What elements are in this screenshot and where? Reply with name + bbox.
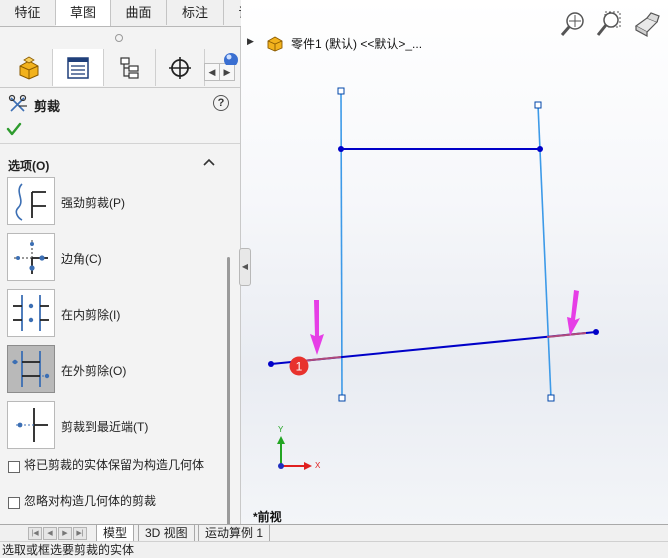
ignore-construction-checkbox[interactable] (8, 497, 20, 509)
property-list-icon (67, 56, 89, 79)
option-trim-outside[interactable]: 在外剪除(O) (7, 345, 217, 393)
sketch-canvas[interactable]: 1 Y X (241, 0, 668, 524)
keep-construction-checkbox-row[interactable]: 将已剪裁的实体保留为构造几何体 (8, 459, 223, 487)
trim-outside-icon (12, 351, 50, 387)
help-icon[interactable]: ? (213, 95, 229, 111)
checkbox-label: 将已剪裁的实体保留为构造几何体 (24, 458, 205, 472)
pointer-arrow-icon (310, 300, 324, 355)
option-trim-to-closest[interactable]: 剪裁到最近端(T) (7, 401, 217, 449)
divider (0, 143, 240, 144)
bottom-tab-bar: |◀ ◀ ▶ ▶| 模型 3D 视图 运动算例 1 (0, 524, 668, 542)
manager-tabs: ◀ ▶ (0, 49, 240, 88)
option-corner[interactable]: 边角(C) (7, 233, 217, 281)
corner-trim-button[interactable] (7, 233, 55, 281)
pointer-arrow-icon (567, 290, 580, 336)
page-title: 剪裁 (34, 99, 61, 114)
tab-scroll-left-button[interactable]: ◀ (204, 63, 220, 81)
last-tab-icon[interactable]: ▶| (73, 527, 87, 540)
tab-surfaces[interactable]: 曲面 (111, 0, 167, 25)
option-label: 在内剪除(I) (61, 308, 121, 322)
panel-collapse-handle[interactable]: ◀ (239, 248, 251, 286)
feature-manager-tab[interactable] (6, 49, 53, 86)
panel-splitter[interactable] (115, 34, 123, 42)
configuration-tree-icon (119, 56, 139, 79)
part-icon (19, 56, 39, 80)
sketch-point[interactable] (537, 146, 543, 152)
next-tab-icon[interactable]: ▶ (58, 527, 72, 540)
property-manager-tab[interactable] (53, 49, 104, 86)
trim-inside-icon (13, 295, 49, 331)
view-orientation-label: *前视 (253, 510, 282, 524)
trim-outside-button[interactable] (7, 345, 55, 393)
tab-markup[interactable]: 标注 (167, 0, 224, 25)
endpoint[interactable] (338, 394, 346, 402)
ok-checkmark-icon[interactable] (6, 121, 22, 137)
triad-y-label: Y (278, 425, 284, 434)
tab-model[interactable]: 模型 (96, 525, 135, 542)
power-trim-button[interactable] (7, 177, 55, 225)
graphics-area[interactable]: ▶ 零件1 (默认) <<默认>_... 1 Y X *前视 (241, 0, 668, 524)
prev-tab-icon[interactable]: ◀ (43, 527, 57, 540)
ignore-construction-checkbox-row[interactable]: 忽略对构造几何体的剪裁 (8, 495, 223, 511)
property-manager-panel: ◀ ▶ 剪裁 ? 选项(O) 强劲剪裁(P) 边角(C) 在内剪除(I) 在外剪… (0, 27, 241, 529)
option-label: 边角(C) (61, 252, 102, 266)
appearance-sphere-icon[interactable] (221, 51, 239, 65)
panel-scrollbar[interactable] (227, 257, 230, 529)
callout-number: 1 (296, 360, 303, 374)
option-power-trim[interactable]: 强劲剪裁(P) (7, 177, 217, 225)
option-label: 强劲剪裁(P) (61, 196, 125, 210)
tab-features[interactable]: 特征 (0, 0, 56, 25)
command-manager-tabs: 特征 草图 曲面 标注 评估 (0, 0, 280, 27)
configuration-manager-tab[interactable] (104, 49, 156, 86)
sketch-point[interactable] (338, 146, 344, 152)
trim-closest-icon (16, 408, 48, 442)
trim-closest-button[interactable] (7, 401, 55, 449)
trim-inside-button[interactable] (7, 289, 55, 337)
endpoint[interactable] (534, 101, 542, 109)
endpoint[interactable] (337, 87, 345, 95)
sketch-point[interactable] (268, 361, 274, 367)
endpoint[interactable] (547, 394, 555, 402)
power-trim-icon (15, 183, 46, 221)
tab-motion-study[interactable]: 运动算例 1 (198, 525, 271, 542)
options-group-header: 选项(O) (8, 159, 50, 173)
crosshair-icon (169, 56, 191, 79)
first-tab-icon[interactable]: |◀ (28, 527, 42, 540)
checkbox-label: 忽略对构造几何体的剪裁 (24, 494, 157, 508)
tab-scroll-right-button[interactable]: ▶ (219, 63, 235, 81)
trim-entities-icon (8, 94, 27, 112)
triad-x-label: X (315, 461, 321, 470)
tab-sketch[interactable]: 草图 (56, 0, 111, 26)
dimxpert-manager-tab[interactable] (156, 49, 205, 86)
sketch-point[interactable] (593, 329, 599, 335)
option-trim-inside[interactable]: 在内剪除(I) (7, 289, 217, 337)
keep-construction-checkbox[interactable] (8, 461, 20, 473)
trimmed-segment-right[interactable] (546, 332, 587, 338)
coordinate-triad: Y X (277, 425, 321, 470)
option-label: 剪裁到最近端(T) (61, 420, 149, 434)
option-label: 在外剪除(O) (61, 364, 127, 378)
property-manager-header: 剪裁 ? (0, 91, 240, 117)
construction-line-left[interactable] (340, 90, 343, 399)
tab-3d-view[interactable]: 3D 视图 (138, 525, 195, 542)
collapse-chevron-up-icon[interactable] (202, 155, 216, 169)
corner-trim-icon (14, 240, 48, 274)
status-bar: 选取或框选要剪裁的实体 (0, 541, 668, 558)
